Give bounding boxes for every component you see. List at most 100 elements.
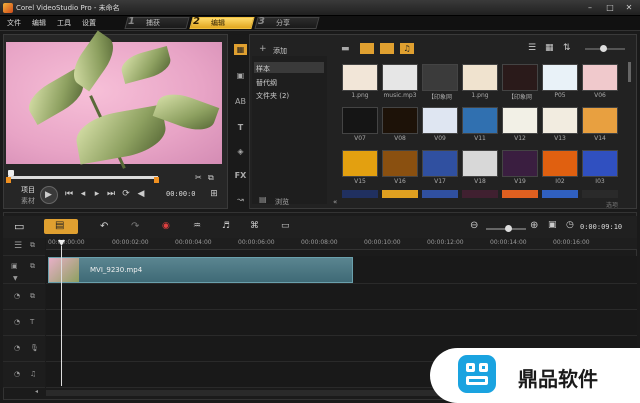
library-thumbnail[interactable] [342, 150, 378, 177]
home-icon[interactable]: ⏮ [64, 188, 74, 200]
folder-item-samples[interactable]: 样本 [256, 64, 270, 74]
minimize-icon[interactable]: – [585, 3, 595, 13]
record-capture-icon[interactable]: ◉ [162, 221, 170, 231]
cut-icon[interactable]: ✂ [195, 172, 202, 184]
library-thumbnail[interactable] [382, 107, 418, 134]
trim-start-handle[interactable] [6, 177, 11, 183]
timeline-scrollbar[interactable] [46, 390, 446, 396]
playhead[interactable] [61, 246, 62, 386]
media-tab-icon[interactable]: ▦ [234, 44, 247, 55]
library-thumbnail[interactable] [542, 150, 578, 177]
maximize-icon[interactable]: □ [605, 3, 615, 13]
close-icon[interactable]: ✕ [624, 3, 634, 13]
add-folder-label[interactable]: 添加 [273, 46, 287, 56]
library-thumbnail[interactable] [382, 64, 418, 91]
overlay-track[interactable] [46, 284, 637, 310]
transition-tab-icon[interactable]: AB [234, 96, 247, 107]
show-video-icon[interactable] [360, 43, 374, 54]
library-thumbnail[interactable] [542, 64, 578, 91]
title-visible-icon[interactable]: ◔ [14, 318, 20, 326]
library-thumbnail-partial[interactable] [542, 190, 578, 198]
scrub-bar[interactable] [8, 176, 158, 179]
fit-project-icon[interactable]: ▣ [548, 220, 557, 230]
library-thumbnail-partial[interactable] [582, 190, 618, 198]
redo-icon[interactable]: ↷ [131, 221, 139, 232]
library-thumbnail[interactable] [502, 150, 538, 177]
music-visible-icon[interactable]: ◔ [14, 370, 20, 378]
project-mode-label[interactable]: 项目 [21, 185, 35, 195]
add-icon[interactable]: + [259, 44, 267, 54]
undo-icon[interactable]: ↶ [100, 221, 108, 232]
enlarge-icon[interactable]: ⧉ [208, 172, 214, 184]
path-tab-icon[interactable]: ↝ [234, 194, 247, 205]
subtitle-editor-icon[interactable]: ▭ [281, 221, 290, 231]
folder-item-alt[interactable]: 替代纲 [256, 78, 277, 88]
auto-music-icon[interactable]: ♬ [222, 221, 230, 231]
volume-icon[interactable]: ◀ [136, 188, 146, 200]
library-thumbnail[interactable] [582, 107, 618, 134]
library-thumbnail[interactable] [342, 64, 378, 91]
menu-settings[interactable]: 设置 [82, 18, 96, 28]
clip-mode-label[interactable]: 素材 [21, 196, 35, 206]
browse-label[interactable]: 浏览 [275, 197, 289, 207]
duration-clock-icon[interactable]: ◷ [566, 220, 574, 230]
timecode-display[interactable]: 00:00:0 [166, 190, 196, 198]
folder-item-folder[interactable]: 文件夹 (2) [256, 91, 289, 101]
motion-track-icon[interactable]: ⌘ [250, 221, 259, 231]
library-thumbnail[interactable] [462, 107, 498, 134]
library-scrollbar[interactable] [628, 62, 631, 82]
collapse-library-icon[interactable]: « [333, 198, 337, 206]
storyboard-view-icon[interactable]: ▭ [14, 220, 24, 233]
overlay-visible-icon[interactable]: ◔ [14, 292, 20, 300]
graphic-tab-icon[interactable]: ◈ [234, 146, 247, 157]
library-thumbnail[interactable] [422, 107, 458, 134]
library-thumbnail[interactable] [582, 64, 618, 91]
library-thumbnail[interactable] [502, 107, 538, 134]
show-photo-icon[interactable] [380, 43, 394, 54]
title-track[interactable] [46, 310, 637, 336]
next-frame-icon[interactable]: ▸ [92, 188, 102, 200]
voice-visible-icon[interactable]: ◔ [14, 344, 20, 352]
library-thumbnail-partial[interactable] [462, 190, 498, 198]
zoom-icon[interactable]: ⊞ [208, 188, 220, 200]
zoom-out-icon[interactable]: ⊖ [470, 220, 478, 231]
library-thumbnail-partial[interactable] [342, 190, 378, 198]
repeat-icon[interactable]: ⟳ [121, 188, 131, 200]
show-all-tracks-icon[interactable]: ☰ [14, 241, 22, 251]
menu-edit[interactable]: 编辑 [32, 18, 46, 28]
options-label[interactable]: 选项 [606, 200, 618, 209]
zoom-in-icon[interactable]: ⊕ [530, 220, 538, 231]
show-audio-icon[interactable]: ♫ [400, 43, 414, 54]
thumbnail-view-icon[interactable]: ▦ [545, 43, 554, 53]
prev-frame-icon[interactable]: ◂ [78, 188, 88, 200]
library-thumbnail[interactable] [542, 107, 578, 134]
end-icon[interactable]: ⏭ [106, 188, 116, 200]
library-thumbnail[interactable] [422, 64, 458, 91]
track-manager-icon[interactable]: ⧉ [30, 241, 35, 250]
browse-icon[interactable]: ▤ [259, 195, 267, 204]
library-thumbnail[interactable] [342, 107, 378, 134]
library-thumbnail[interactable] [462, 150, 498, 177]
library-thumbnail[interactable] [382, 150, 418, 177]
folder-icon[interactable]: ▬ [341, 44, 350, 54]
list-view-icon[interactable]: ☰ [528, 43, 536, 53]
library-thumbnail-partial[interactable] [422, 190, 458, 198]
scroll-left-icon[interactable]: ◂ [35, 388, 38, 395]
library-thumbnail[interactable] [582, 150, 618, 177]
instant-project-tab-icon[interactable]: ▣ [234, 70, 247, 81]
sort-icon[interactable]: ⇅ [563, 43, 571, 53]
library-thumbnail[interactable] [422, 150, 458, 177]
library-thumbnail-partial[interactable] [502, 190, 538, 198]
menu-file[interactable]: 文件 [7, 18, 21, 28]
library-thumbnail[interactable] [502, 64, 538, 91]
audio-mixer-icon[interactable]: ♒ [193, 221, 201, 231]
ripple-edit-icon[interactable]: ⧉ [30, 262, 35, 271]
title-tab-icon[interactable]: T [234, 122, 247, 133]
filter-tab-icon[interactable]: FX [234, 170, 247, 181]
timeline-zoom-handle[interactable] [505, 225, 512, 232]
library-thumbnail-partial[interactable] [382, 190, 418, 198]
thumbnail-size-handle[interactable] [600, 45, 607, 52]
track-expand-icon[interactable]: ▼ [13, 275, 18, 282]
trim-end-handle[interactable] [154, 177, 159, 183]
library-thumbnail[interactable] [462, 64, 498, 91]
